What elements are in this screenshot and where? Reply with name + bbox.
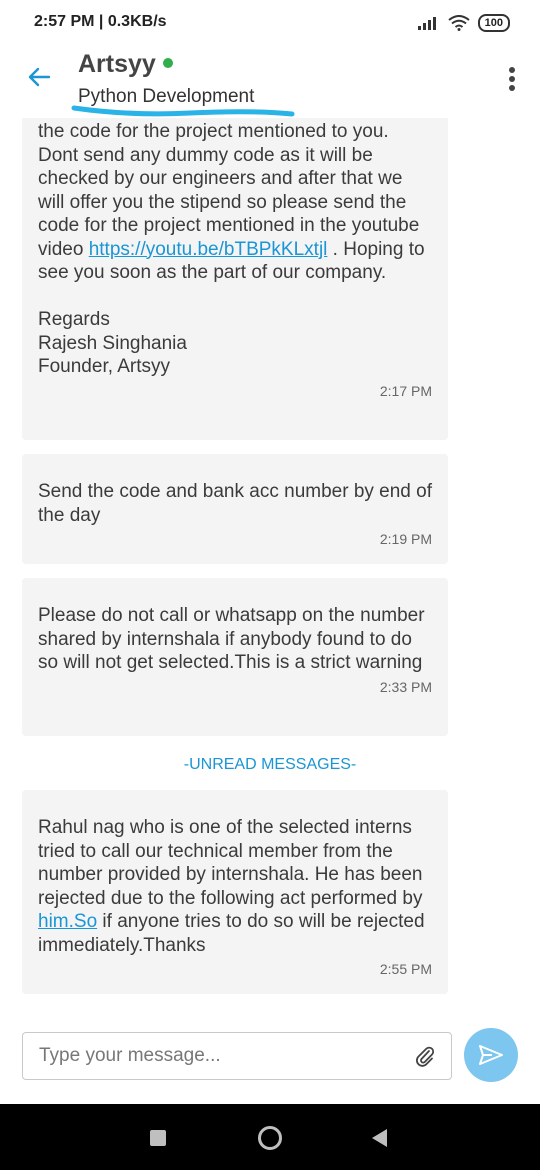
message-time: 2:17 PM bbox=[379, 382, 432, 399]
message-time: 2:55 PM bbox=[379, 961, 432, 977]
message-bubble: Please do not call or whatsapp on the nu… bbox=[22, 578, 448, 736]
status-time: 2:57 PM | 0.3KB/s bbox=[34, 13, 167, 30]
message-time: 2:19 PM bbox=[379, 531, 432, 547]
recents-button[interactable] bbox=[150, 1130, 166, 1146]
message-link[interactable]: him.So bbox=[38, 911, 97, 932]
online-status-dot bbox=[162, 58, 173, 69]
highlight-underline bbox=[71, 105, 295, 117]
signal-icon bbox=[417, 17, 436, 30]
battery-icon: 100 bbox=[477, 14, 510, 32]
status-icons: 100 bbox=[417, 14, 510, 32]
chat-header: Artsyy Python Development bbox=[0, 46, 540, 118]
message-bubble: Send the code and bank acc number by end… bbox=[22, 454, 448, 564]
status-bar: 2:57 PM | 0.3KB/s 100 bbox=[0, 0, 540, 46]
message-link[interactable]: https://youtu.be/bTBPkKLxtjl bbox=[89, 239, 328, 260]
message-text: Please do not call or whatsapp on the nu… bbox=[38, 605, 430, 673]
message-input[interactable] bbox=[23, 1033, 383, 1079]
home-button[interactable] bbox=[258, 1126, 282, 1150]
send-button[interactable] bbox=[464, 1028, 518, 1082]
unread-divider: -UNREAD MESSAGES- bbox=[183, 756, 357, 773]
message-text: Rahul nag who is one of the selected int… bbox=[38, 817, 430, 956]
message-list[interactable]: the code for the project mentioned to yo… bbox=[0, 118, 540, 1018]
system-nav-bar bbox=[0, 1104, 540, 1170]
back-button[interactable] bbox=[372, 1129, 387, 1147]
message-time: 2:33 PM bbox=[379, 678, 432, 695]
message-text: the code for the project mentioned to yo… bbox=[38, 121, 425, 377]
contact-name: Artsyy bbox=[78, 50, 173, 79]
more-options-icon[interactable] bbox=[508, 66, 516, 92]
contact-name-text: Artsyy bbox=[78, 50, 156, 78]
message-bubble: the code for the project mentioned to yo… bbox=[22, 118, 448, 440]
attachment-icon[interactable] bbox=[415, 1045, 435, 1067]
back-arrow-icon[interactable] bbox=[26, 64, 52, 90]
message-bubble: Rahul nag who is one of the selected int… bbox=[22, 790, 448, 994]
send-icon bbox=[479, 1045, 503, 1065]
wifi-icon bbox=[448, 15, 470, 31]
message-text: Send the code and bank acc number by end… bbox=[38, 481, 438, 526]
message-composer bbox=[22, 1032, 452, 1080]
